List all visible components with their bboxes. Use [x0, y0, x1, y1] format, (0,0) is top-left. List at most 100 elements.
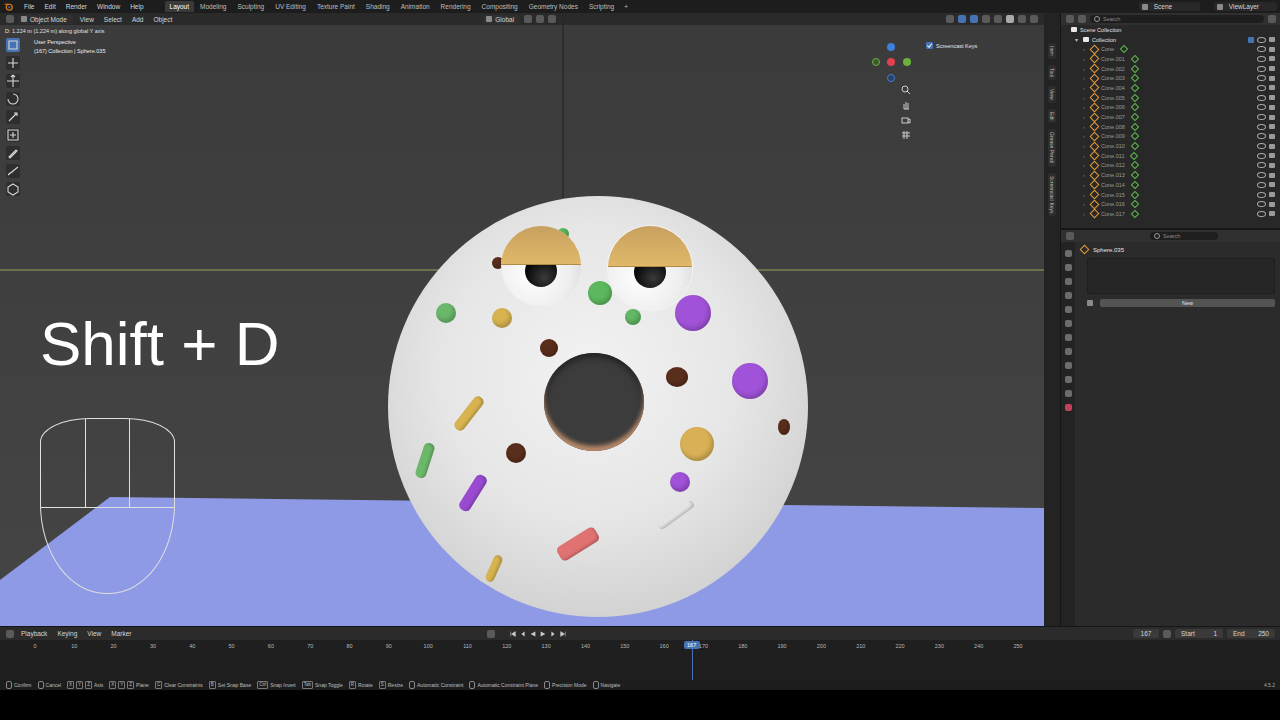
render-camera-icon[interactable]: [1269, 211, 1275, 216]
wireframe-shading-icon[interactable]: [994, 15, 1002, 23]
menu-item[interactable]: File: [21, 2, 37, 11]
outliner-row[interactable]: Scene Collection: [1061, 25, 1280, 35]
filter-icon[interactable]: [1268, 15, 1276, 23]
visibility-eye-icon[interactable]: [1257, 172, 1266, 178]
render-camera-icon[interactable]: [1269, 76, 1275, 81]
expand-icon[interactable]: ›: [1083, 182, 1088, 188]
visibility-eye-icon[interactable]: [1257, 114, 1266, 120]
sprinkle[interactable]: [680, 427, 714, 461]
x-axis-icon[interactable]: [887, 58, 895, 66]
visibility-eye-icon[interactable]: [1257, 124, 1266, 130]
sidebar-tab[interactable]: View: [1048, 86, 1056, 103]
outliner-search[interactable]: Search: [1090, 15, 1264, 23]
neg-z-axis-icon[interactable]: [887, 74, 895, 82]
visibility-eye-icon[interactable]: [1257, 162, 1266, 168]
navigation-gizmo[interactable]: [870, 43, 914, 87]
editor-type-icon[interactable]: [1066, 15, 1074, 23]
sprinkle[interactable]: [666, 367, 688, 387]
editor-type-icon[interactable]: [6, 630, 14, 638]
tool-icon[interactable]: [6, 164, 20, 178]
outliner-row[interactable]: ›Cone.011: [1061, 151, 1280, 161]
tool-icon[interactable]: [6, 74, 20, 88]
material-slots[interactable]: [1087, 258, 1275, 294]
timeline-menu[interactable]: Marker: [108, 629, 134, 638]
properties-search[interactable]: Search: [1150, 232, 1218, 240]
expand-icon[interactable]: ›: [1083, 46, 1088, 52]
tool-icon[interactable]: [6, 182, 20, 196]
pivot-icon[interactable]: [524, 15, 532, 23]
properties-tab-icon[interactable]: [1065, 320, 1072, 327]
properties-tab-icon[interactable]: [1065, 348, 1072, 355]
render-camera-icon[interactable]: [1269, 192, 1275, 197]
jump-start-icon[interactable]: [509, 630, 517, 638]
sidebar-tab[interactable]: Screencast Keys: [1048, 173, 1056, 217]
viewport-menu[interactable]: Add: [129, 15, 147, 24]
visibility-eye-icon[interactable]: [1257, 211, 1266, 217]
expand-icon[interactable]: ›: [1083, 172, 1088, 178]
screencast-keys-toggle[interactable]: Screencast Keys: [926, 42, 977, 49]
expand-icon[interactable]: ›: [1083, 124, 1088, 130]
menu-item[interactable]: Edit: [41, 2, 58, 11]
neg-y-axis-icon[interactable]: [872, 58, 880, 66]
outliner-row[interactable]: ›Cone.017: [1061, 209, 1280, 219]
new-material-button[interactable]: New: [1100, 299, 1275, 307]
menu-item[interactable]: Render: [63, 2, 90, 11]
material-shading-icon[interactable]: [1018, 15, 1026, 23]
workspace-tab[interactable]: Layout: [165, 1, 195, 12]
sprinkle[interactable]: [732, 363, 768, 399]
viewport-menu[interactable]: Object: [151, 15, 176, 24]
sidebar-tab[interactable]: Grease Pencil: [1048, 129, 1056, 166]
properties-tab-icon[interactable]: [1065, 292, 1072, 299]
expand-icon[interactable]: ›: [1083, 133, 1088, 139]
eye-object[interactable]: [608, 226, 692, 310]
visibility-eye-icon[interactable]: [1257, 182, 1266, 188]
visibility-eye-icon[interactable]: [1257, 66, 1266, 72]
sprinkle[interactable]: [506, 443, 526, 463]
render-camera-icon[interactable]: [1269, 202, 1275, 207]
gizmo-icon[interactable]: [958, 15, 966, 23]
expand-icon[interactable]: ›: [1083, 211, 1088, 217]
visibility-eye-icon[interactable]: [1257, 95, 1266, 101]
workspace-tab[interactable]: Compositing: [477, 1, 523, 12]
zoom-icon[interactable]: [901, 85, 911, 95]
overlay-icon[interactable]: [970, 15, 978, 23]
visibility-eye-icon[interactable]: [1257, 104, 1266, 110]
z-axis-icon[interactable]: [887, 43, 895, 51]
material-browse-icon[interactable]: [1087, 300, 1093, 306]
sprinkle[interactable]: [625, 309, 641, 325]
render-camera-icon[interactable]: [1269, 47, 1275, 52]
expand-icon[interactable]: ›: [1083, 192, 1088, 198]
render-camera-icon[interactable]: [1269, 105, 1275, 110]
render-camera-icon[interactable]: [1269, 85, 1275, 90]
render-camera-icon[interactable]: [1269, 56, 1275, 61]
menu-item[interactable]: Window: [94, 2, 123, 11]
expand-icon[interactable]: ›: [1083, 162, 1088, 168]
render-camera-icon[interactable]: [1269, 173, 1275, 178]
current-frame-marker[interactable]: 167: [684, 641, 700, 649]
checkbox[interactable]: [926, 42, 933, 49]
y-axis-icon[interactable]: [903, 58, 911, 66]
current-frame-field[interactable]: 167: [1133, 629, 1159, 638]
sprinkle[interactable]: [588, 281, 612, 305]
menu-item[interactable]: Help: [127, 2, 146, 11]
outliner-row[interactable]: ›Cone.012: [1061, 161, 1280, 171]
orientation-dropdown[interactable]: Global: [483, 15, 520, 24]
expand-icon[interactable]: ▾: [1075, 36, 1080, 43]
expand-icon[interactable]: ›: [1083, 95, 1088, 101]
render-camera-icon[interactable]: [1269, 37, 1275, 42]
3d-viewport[interactable]: Object ModeViewSelectAddObjectGlobalD: 1…: [0, 13, 1044, 626]
viewport-menu[interactable]: View: [77, 15, 97, 24]
expand-icon[interactable]: ›: [1083, 201, 1088, 207]
mode-dropdown[interactable]: Object Mode: [18, 15, 73, 24]
tool-icon[interactable]: [6, 128, 20, 142]
workspace-tab[interactable]: Rendering: [436, 1, 476, 12]
tool-icon[interactable]: [6, 38, 20, 52]
visibility-eye-icon[interactable]: [1257, 75, 1266, 81]
sprinkle[interactable]: [675, 295, 711, 331]
timeline-menu[interactable]: Playback: [18, 629, 50, 638]
outliner-row[interactable]: ›Cone.006: [1061, 103, 1280, 113]
xray-icon[interactable]: [982, 15, 990, 23]
end-frame-field[interactable]: End250: [1227, 629, 1275, 638]
visibility-eye-icon[interactable]: [1257, 192, 1266, 198]
sprinkle[interactable]: [540, 339, 558, 357]
